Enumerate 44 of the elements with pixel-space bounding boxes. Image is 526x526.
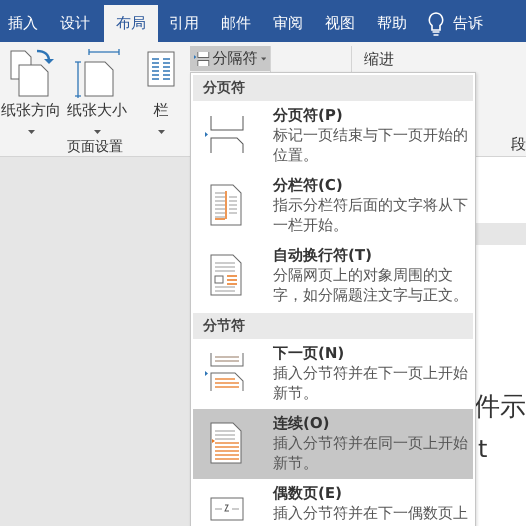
ribbon-tab[interactable]: 帮助 [369, 5, 418, 42]
ribbon-tab[interactable]: 布局 [104, 5, 158, 42]
item-description: 指示分栏符后面的文字将从下一栏开始。 [273, 195, 469, 235]
item-description: 插入分节符并在下一页上开始新节。 [273, 363, 469, 403]
menu-item[interactable]: 分栏符(C) 指示分栏符后面的文字将从下一栏开始。 [193, 171, 473, 241]
menu-item[interactable]: 下一页(N) 插入分节符并在下一页上开始新节。 [193, 339, 473, 409]
section-header: 分节符 [193, 313, 473, 339]
paper-size-icon [73, 48, 121, 98]
ribbon-tab[interactable]: 审阅 [265, 5, 314, 42]
menu-item[interactable]: 自动换行符(T) 分隔网页上的对象周围的文字，如分隔题注文字与正文。 [193, 241, 473, 311]
ribbon-button[interactable]: 纸张大小 [66, 48, 128, 140]
ribbon-tab[interactable]: 插入 [0, 5, 49, 42]
caret-icon [260, 56, 266, 60]
section-header: 分页符 [193, 75, 473, 101]
ribbon-tab[interactable]: 视图 [317, 5, 366, 42]
menu-item[interactable]: 分页符(P) 标记一页结束与下一页开始的位置。 [193, 101, 473, 171]
caret-icon [28, 130, 34, 134]
caret-icon [158, 130, 164, 134]
item-title: 下一页(N) [273, 343, 346, 363]
lightbulb-icon [427, 10, 445, 36]
menu-item[interactable]: 连续(O) 插入分节符并在同一页上开始新节。 [193, 409, 473, 479]
item-description: 插入分节符并在同一页上开始新节。 [273, 433, 469, 473]
item-description: 标记一页结束与下一页开始的位置。 [273, 125, 469, 165]
document-text: 件示 [474, 391, 526, 424]
breaks-button[interactable]: 分隔符 [190, 46, 270, 71]
ribbon-button[interactable]: 纸张方向 [0, 48, 62, 140]
indent-label: 缩进 [364, 50, 395, 69]
group-label: 页面设置 [66, 138, 124, 156]
caret-icon [94, 130, 100, 134]
item-title: 自动换行符(T) [273, 245, 373, 265]
item-title: 连续(O) [273, 413, 330, 433]
item-title: 分页符(P) [273, 105, 344, 125]
ribbon-button[interactable]: 栏 [132, 48, 190, 140]
document-text: t [478, 435, 488, 463]
menu-item[interactable]: 偶数页(E) 插入分节符并在下一偶数页上 [193, 479, 473, 526]
item-description: 分隔网页上的对象周围的文字，如分隔题注文字与正文。 [273, 265, 469, 305]
item-title: 分栏符(C) [273, 175, 344, 195]
tell-me-label[interactable]: 告诉 [453, 5, 483, 42]
ribbon-tab[interactable]: 引用 [161, 5, 210, 42]
ribbon-tab[interactable]: 邮件 [213, 5, 262, 42]
group-label: 段 [511, 135, 526, 154]
ribbon-tab[interactable]: 设计 [52, 5, 101, 42]
item-title: 偶数页(E) [273, 483, 343, 503]
item-description: 插入分节符并在下一偶数页上 [273, 503, 469, 523]
